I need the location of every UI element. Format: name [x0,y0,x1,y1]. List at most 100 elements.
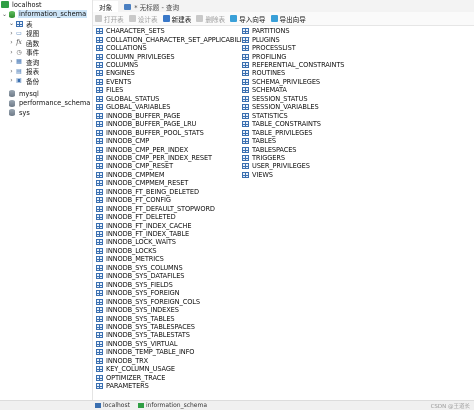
tree-connection-localhost[interactable]: localhost [1,0,43,9]
table-item[interactable]: SCHEMA_PRIVILEGES [242,78,320,86]
design-table-button[interactable]: 设计表 [128,14,158,24]
chevron-down-icon[interactable]: ⌄ [8,20,15,27]
table-name: PARTITIONS [252,27,290,36]
query-icon [124,3,132,10]
table-item[interactable]: PARTITIONS [242,27,290,36]
tree-group-tables[interactable]: ⌄ 表 [8,19,34,29]
table-item[interactable]: INNODB_SYS_FIELDS [96,281,173,289]
table-item[interactable]: COLLATIONS [96,44,147,52]
table-item[interactable]: VIEWS [242,171,273,179]
table-item[interactable]: ROUTINES [242,69,285,77]
table-item[interactable]: INNODB_LOCKS [96,247,157,255]
table-item[interactable]: INNODB_CMP_RESET [96,162,173,170]
table-item[interactable]: COLUMNS [96,61,138,69]
table-item[interactable]: INNODB_FT_INDEX_TABLE [96,230,189,238]
table-item[interactable]: INNODB_CMP_PER_INDEX_RESET [96,154,212,162]
table-item[interactable]: GLOBAL_VARIABLES [96,103,170,111]
table-item[interactable]: TABLE_CONSTRAINTS [242,120,321,128]
table-item[interactable]: INNODB_LOCK_WAITS [96,238,176,246]
table-item[interactable]: INNODB_TEMP_TABLE_INFO [96,348,195,356]
chevron-right-icon[interactable]: › [8,49,15,56]
tree-db-sys[interactable]: sys [8,108,31,117]
table-item[interactable]: COLLATION_CHARACTER_SET_APPLICABILITY [96,35,250,44]
table-item[interactable]: INNODB_FT_BEING_DELETED [96,188,199,196]
chevron-right-icon[interactable]: › [8,77,15,84]
chevron-right-icon[interactable]: › [8,58,15,65]
table-item[interactable]: INNODB_FT_INDEX_CACHE [96,221,192,230]
table-item[interactable]: INNODB_BUFFER_POOL_STATS [96,128,204,137]
table-item[interactable]: GLOBAL_STATUS [96,95,159,103]
tab-objects[interactable]: 对象 [93,1,119,12]
tree-group-views[interactable]: › ▭ 视图 [8,29,40,39]
table-item[interactable]: INNODB_SYS_DATAFILES [96,272,184,280]
table-item[interactable]: OPTIMIZER_TRACE [96,373,165,382]
watermark: CSDN @王道长 [430,403,470,410]
table-item[interactable]: INNODB_BUFFER_PAGE_LRU [96,120,196,128]
table-item[interactable]: REFERENTIAL_CONSTRAINTS [242,61,345,69]
connection-icon [1,1,9,8]
table-item[interactable]: ENGINES [96,69,135,77]
chevron-right-icon[interactable]: › [8,68,15,75]
table-icon [242,104,249,111]
table-item[interactable]: PARAMETERS [96,382,149,390]
chevron-down-icon[interactable]: ⌄ [1,11,8,18]
table-name: INNODB_SYS_TABLESTATS [106,331,190,340]
tree-group-reports[interactable]: › ▤ 报表 [8,67,40,77]
tree-db-mysql[interactable]: mysql [8,89,40,98]
tree-db-information-schema[interactable]: ⌄ information_schema [1,10,88,19]
table-item[interactable]: INNODB_SYS_INDEXES [96,306,179,314]
table-icon [96,383,103,390]
tree-group-queries[interactable]: › ▦ 查询 [8,57,40,67]
table-item[interactable]: CHARACTER_SETS [96,27,165,35]
table-item[interactable]: INNODB_BUFFER_PAGE [96,112,180,120]
table-item[interactable]: INNODB_FT_CONFIG [96,196,171,204]
table-item[interactable]: USER_PRIVILEGES [242,162,310,170]
delete-table-button[interactable]: 删除表 [196,14,225,24]
tree-db-performance-schema[interactable]: performance_schema [8,99,91,108]
chevron-right-icon[interactable]: › [8,39,15,46]
group-label: 备份 [26,77,40,86]
table-item[interactable]: EVENTS [96,78,131,86]
table-name: INNODB_FT_DEFAULT_STOPWORD [106,204,215,213]
table-item[interactable]: SESSION_STATUS [242,95,308,103]
table-item[interactable]: INNODB_SYS_TABLES [96,314,175,323]
table-item[interactable]: INNODB_SYS_VIRTUAL [96,340,177,348]
export-wizard-button[interactable]: 导出向导 [270,14,306,24]
tree-group-events[interactable]: › ◷ 事件 [8,48,40,58]
table-item[interactable]: PROCESSLIST [242,44,296,52]
table-name: INNODB_FT_BEING_DELETED [106,187,199,196]
table-item[interactable]: INNODB_CMPMEM [96,171,165,179]
table-item[interactable]: INNODB_SYS_COLUMNS [96,264,183,272]
table-item[interactable]: TRIGGERS [242,154,285,162]
table-item[interactable]: TABLES [242,137,276,145]
import-wizard-button[interactable]: 导入向导 [230,14,266,24]
table-item[interactable]: INNODB_SYS_FOREIGN_COLS [96,297,200,306]
open-table-button[interactable]: 打开表 [95,14,124,24]
table-item[interactable]: TABLESPACES [242,145,296,154]
tab-query[interactable]: * 无标题 - 查询 [118,1,185,12]
table-item[interactable]: TABLE_PRIVILEGES [242,128,312,137]
table-item[interactable]: SCHEMATA [242,86,287,94]
chevron-right-icon[interactable]: › [8,30,15,37]
table-name: PARAMETERS [106,382,149,391]
table-item[interactable]: INNODB_CMP [96,137,149,145]
tree-group-backups[interactable]: › ▣ 备份 [8,76,40,86]
table-item[interactable]: FILES [96,86,123,94]
table-item[interactable]: INNODB_FT_DELETED [96,213,176,221]
table-item[interactable]: INNODB_SYS_TABLESPACES [96,323,195,331]
table-item[interactable]: PROFILING [242,52,286,61]
table-item[interactable]: KEY_COLUMN_USAGE [96,365,175,373]
table-item[interactable]: INNODB_SYS_TABLESTATS [96,331,190,339]
table-item[interactable]: INNODB_SYS_FOREIGN [96,289,180,297]
table-item[interactable]: INNODB_TRX [96,357,148,365]
table-item[interactable]: INNODB_METRICS [96,255,164,263]
tree-group-functions[interactable]: › fx 函数 [8,38,40,48]
table-item[interactable]: SESSION_VARIABLES [242,103,319,111]
table-item[interactable]: INNODB_CMPMEM_RESET [96,179,188,187]
table-item[interactable]: INNODB_CMP_PER_INDEX [96,145,188,154]
table-item[interactable]: COLUMN_PRIVILEGES [96,52,175,61]
table-item[interactable]: INNODB_FT_DEFAULT_STOPWORD [96,204,215,213]
table-item[interactable]: PLUGINS [242,35,280,44]
new-table-button[interactable]: 新建表 [162,14,191,24]
table-item[interactable]: STATISTICS [242,112,288,120]
